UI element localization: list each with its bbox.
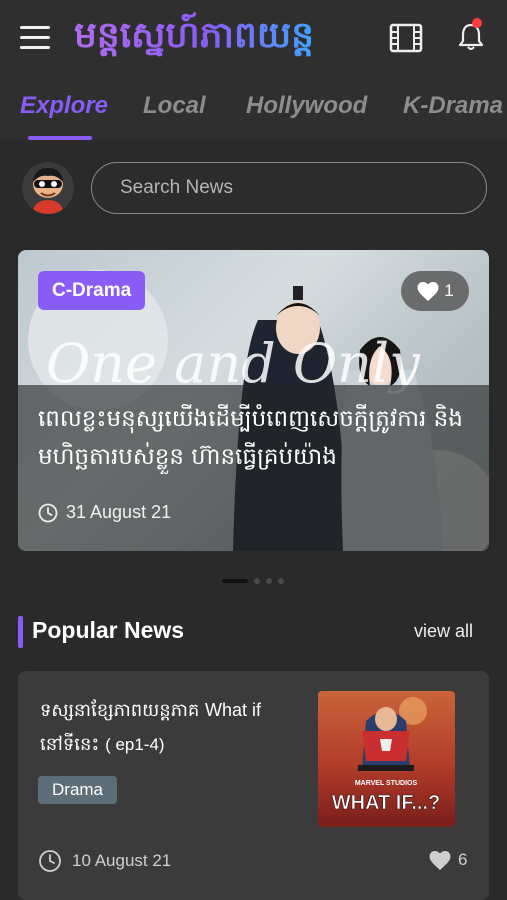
tab-local[interactable]: Local (143, 92, 206, 120)
carousel-dot[interactable] (222, 579, 248, 583)
featured-banner[interactable]: One and Only C-Drama 1 ពេលខ្លះមនុស្សយើងដ… (18, 250, 489, 551)
news-title-km: ទស្សនាខ្សែភាពយន្តភាគ (40, 700, 200, 721)
tab-hollywood[interactable]: Hollywood (246, 92, 367, 120)
heart-icon (429, 851, 451, 870)
carousel-indicator (222, 578, 284, 584)
tab-k-drama[interactable]: K-Drama (403, 92, 503, 120)
clock-icon (38, 503, 58, 522)
thumbnail-image: MARVEL STUDIOS WHAT IF...? (318, 691, 455, 827)
search-bar[interactable] (91, 162, 487, 214)
view-all-link[interactable]: view all (414, 621, 473, 642)
heart-icon (417, 282, 439, 301)
banner-like-count: 1 (444, 281, 454, 300)
section-title: Popular News (32, 617, 185, 643)
carousel-dot[interactable] (254, 578, 260, 584)
news-like-count: 6 (458, 850, 468, 869)
category-tabs: Explore Local Hollywood K-Drama (0, 88, 507, 138)
banner-like-button[interactable]: 1 (401, 271, 469, 311)
avatar[interactable] (22, 162, 74, 214)
news-episodes: ( ep1-4) (105, 735, 165, 754)
thumb-title: WHAT IF...? (332, 792, 441, 814)
carousel-dot[interactable] (266, 578, 272, 584)
notification-badge (472, 18, 482, 28)
film-icon[interactable] (389, 23, 423, 53)
tab-explore[interactable]: Explore (20, 92, 108, 120)
news-date: 10 August 21 (38, 849, 171, 873)
news-title[interactable]: ទស្សនាខ្សែភាពយន្តភាគ What if នៅទីនេះ ( e… (40, 693, 310, 762)
news-title-en: What if (205, 700, 262, 720)
section-accent-bar (18, 616, 23, 648)
thumb-studio: MARVEL STUDIOS (355, 780, 418, 787)
search-input[interactable] (92, 163, 486, 213)
menu-icon[interactable] (20, 26, 50, 50)
genre-tag[interactable]: Drama (38, 776, 118, 804)
banner-title[interactable]: ពេលខ្លះមនុស្សយើងដើម្បីបំពេញសេចក្ដីត្រូវក… (38, 400, 478, 476)
banner-date-text: 31 August 21 (66, 502, 172, 522)
news-title-km2: នៅទីនេះ (40, 734, 100, 755)
news-date-text: 10 August 21 (72, 851, 172, 870)
category-badge: C-Drama (38, 271, 146, 310)
active-tab-indicator (28, 136, 92, 140)
bell-icon[interactable] (457, 22, 485, 52)
app-logo: មន្តស្នេហ៍ភាពយន្ត (74, 12, 314, 65)
clock-icon (39, 850, 61, 872)
banner-date: 31 August 21 (38, 502, 171, 523)
news-card[interactable]: ទស្សនាខ្សែភាពយន្តភាគ What if នៅទីនេះ ( e… (18, 671, 489, 900)
news-like-button[interactable]: 6 (428, 849, 467, 871)
avatar-image (22, 162, 74, 214)
carousel-dot[interactable] (278, 578, 284, 584)
news-thumbnail[interactable]: MARVEL STUDIOS WHAT IF...? (318, 691, 455, 827)
